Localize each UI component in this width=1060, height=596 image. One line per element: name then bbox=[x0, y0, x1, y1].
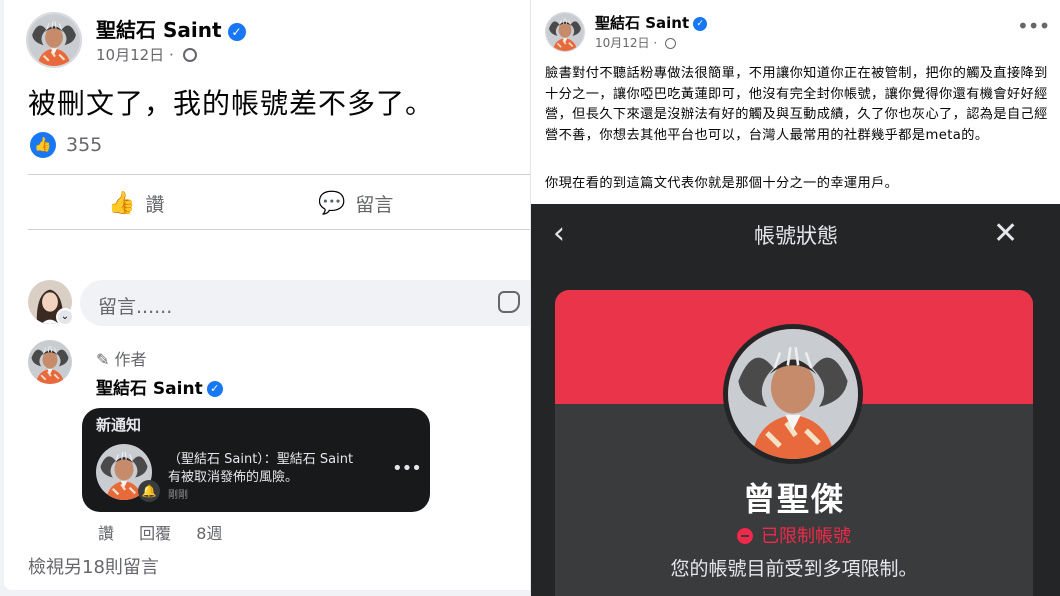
comment-placeholder: 留言...... bbox=[98, 296, 173, 318]
post-author[interactable]: 聖結石 Saint ✓ bbox=[96, 14, 246, 43]
like-count[interactable]: 355 bbox=[66, 134, 102, 156]
meta-separator: · bbox=[653, 36, 658, 50]
sticker-icon[interactable] bbox=[498, 291, 520, 313]
comment-input[interactable]: 留言...... bbox=[80, 280, 530, 326]
more-dots-icon: ••• bbox=[392, 458, 422, 479]
post-body-second-paragraph: 你現在看的到這篇文代表你就是那個十分之一的幸運用戶。 bbox=[545, 176, 899, 191]
restricted-minus-icon bbox=[737, 528, 753, 544]
avatar-image bbox=[28, 14, 80, 66]
close-x-icon: ✕ bbox=[993, 216, 1019, 251]
commenter-name-text[interactable]: 聖結石 Saint bbox=[96, 379, 203, 399]
pencil-icon: ✎ bbox=[96, 350, 110, 369]
right-post-panel: 聖結石 Saint ✓ 10月12日 · ••• 臉書對付不聽話粉專做法很簡單，不… bbox=[530, 0, 1060, 596]
commenter-name[interactable]: 聖結石 Saint ✓ bbox=[96, 374, 223, 399]
chevron-down-icon[interactable]: ⌄ bbox=[56, 308, 74, 326]
post-author-name[interactable]: 聖結石 Saint bbox=[96, 18, 222, 42]
comment-like-link[interactable]: 讚 bbox=[98, 524, 114, 543]
post-card: 聖結石 Saint ✓ 10月12日 · 被刪文了，我的帳號差不多了。 👍 355… bbox=[4, 0, 530, 590]
account-status-screenshot: ‹ 帳號狀態 ✕ 曾聖傑 已限制帳號 您的帳號目前受到多項限制。 bbox=[531, 204, 1060, 596]
like-button[interactable]: 👍 讚 bbox=[108, 186, 164, 220]
post-meta: 10月12日 · bbox=[595, 34, 677, 51]
comment-bubble-icon: 💬 bbox=[318, 190, 346, 216]
restricted-status: 已限制帳號 bbox=[555, 522, 1033, 548]
avatar-image bbox=[546, 13, 584, 51]
notification-time: 剛剛 bbox=[168, 490, 188, 501]
account-status-title: 帳號狀態 bbox=[754, 224, 838, 248]
notification-title: 新通知 bbox=[96, 416, 142, 434]
notification-text-line2: 有被取消發佈的風險。 bbox=[168, 470, 299, 485]
profile-avatar bbox=[723, 324, 863, 464]
divider bbox=[28, 229, 530, 230]
comment-age[interactable]: 8週 bbox=[196, 524, 222, 543]
post-author-name[interactable]: 聖結石 Saint bbox=[595, 14, 689, 32]
verified-badge-icon: ✓ bbox=[227, 22, 246, 41]
left-post-panel: 聖結石 Saint ✓ 10月12日 · 被刪文了，我的帳號差不多了。 👍 355… bbox=[0, 0, 530, 596]
thumbs-up-icon: 👍 bbox=[108, 190, 136, 216]
like-button-label: 讚 bbox=[145, 193, 165, 216]
post-author[interactable]: 聖結石 Saint ✓ bbox=[595, 12, 708, 33]
globe-icon bbox=[182, 48, 197, 62]
account-status-card: 曾聖傑 已限制帳號 您的帳號目前受到多項限制。 bbox=[555, 290, 1033, 596]
like-reaction-icon[interactable]: 👍 bbox=[30, 132, 56, 158]
post-date[interactable]: 10月12日 bbox=[96, 46, 164, 64]
commenter-avatar[interactable] bbox=[28, 340, 72, 384]
meta-separator: · bbox=[168, 46, 174, 64]
author-avatar[interactable] bbox=[545, 12, 585, 52]
divider bbox=[28, 174, 530, 175]
avatar-image bbox=[28, 340, 72, 384]
restricted-status-label: 已限制帳號 bbox=[761, 526, 851, 547]
author-avatar[interactable] bbox=[26, 12, 82, 68]
view-more-comments-link[interactable]: 檢視另18則留言 bbox=[28, 553, 159, 579]
post-meta: 10月12日 · bbox=[96, 44, 197, 65]
post-date[interactable]: 10月12日 bbox=[595, 36, 650, 50]
notification-screenshot: 新通知 🔔 （聖結石 Saint）：聖結石 Saint 有被取消發佈的風險。 剛… bbox=[82, 408, 430, 512]
avatar-image bbox=[728, 329, 858, 459]
post-body: 臉書對付不聽話粉專做法很簡單，不用讓你知道你正在被管制，把你的觸及直接降到十分之… bbox=[545, 66, 1048, 143]
author-tag: ✎ 作者 bbox=[96, 346, 147, 370]
more-dots-icon[interactable]: ••• bbox=[1017, 14, 1050, 38]
comment-button-label: 留言 bbox=[355, 193, 394, 216]
bell-icon: 🔔 bbox=[138, 480, 160, 502]
verified-badge-icon: ✓ bbox=[693, 16, 708, 31]
comment-reply-link[interactable]: 回覆 bbox=[139, 524, 171, 543]
verified-badge-icon: ✓ bbox=[206, 381, 223, 397]
comment-actions: 讚 回覆 8週 bbox=[98, 520, 242, 544]
restriction-description: 您的帳號目前受到多項限制。 bbox=[670, 558, 918, 580]
globe-icon bbox=[665, 38, 677, 49]
author-tag-label: 作者 bbox=[114, 350, 147, 369]
profile-name: 曾聖傑 bbox=[742, 480, 845, 518]
comment-button[interactable]: 💬 留言 bbox=[318, 186, 393, 220]
post-text: 被刪文了，我的帳號差不多了。 bbox=[28, 87, 435, 120]
notification-text-line1: （聖結石 Saint）：聖結石 Saint bbox=[168, 452, 354, 467]
